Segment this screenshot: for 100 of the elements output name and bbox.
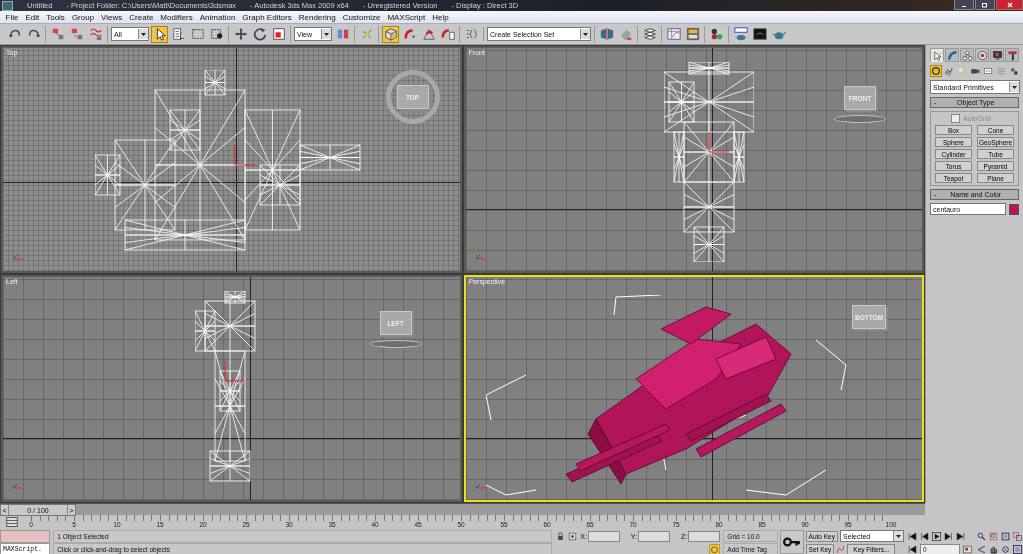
caret-icon: [141, 32, 146, 36]
key-mode-button[interactable]: [907, 544, 918, 554]
close-icon: [1005, 0, 1014, 9]
select-list-icon: [171, 27, 186, 41]
create-icon: [931, 49, 943, 61]
rotate-button[interactable]: [251, 25, 268, 43]
zoom-extents-all-button[interactable]: [1012, 531, 1023, 541]
x-field[interactable]: [587, 530, 620, 542]
play-button[interactable]: [931, 531, 942, 541]
zoom-extents-icon: [1001, 531, 1010, 541]
menu-item[interactable]: Graph Editors: [238, 12, 296, 22]
align-icon: [618, 27, 633, 41]
zoom-all-icon: [989, 531, 998, 541]
hierarchy-icon: [961, 49, 973, 61]
bent-tube-icon: [946, 49, 958, 61]
compass-ring[interactable]: [369, 340, 422, 348]
render-setup-button[interactable]: [732, 25, 749, 43]
next-frame-icon: [944, 531, 953, 541]
z-field[interactable]: [688, 530, 721, 542]
menu-item[interactable]: Views: [97, 12, 126, 22]
mirror-button[interactable]: [598, 25, 615, 43]
menu-item[interactable]: Modifiers: [156, 12, 197, 22]
orbit-button[interactable]: [1000, 544, 1011, 554]
menu-item[interactable]: Group: [68, 12, 98, 22]
axis-tripod-icon: [473, 476, 488, 490]
bind-icon: [88, 27, 103, 41]
mirror-icon: [599, 27, 614, 41]
motion-icon: [976, 49, 988, 61]
menu-item[interactable]: Rendering: [295, 12, 340, 22]
curve-editor-icon: [666, 27, 681, 41]
angle-snap-icon: [402, 27, 417, 41]
previous-frame-button[interactable]: [919, 531, 930, 541]
snap-icon: [383, 27, 398, 41]
field-of-view-button[interactable]: [976, 544, 987, 554]
go-to-start-button[interactable]: [907, 531, 918, 541]
restore-button[interactable]: [975, 0, 995, 10]
axis-tripod-icon: [473, 247, 488, 261]
panel-tab[interactable]: [1005, 48, 1019, 62]
menu-item[interactable]: File: [2, 12, 22, 22]
category-button[interactable]: [943, 65, 955, 77]
spacewarp-icon: [996, 66, 1006, 76]
pan-button[interactable]: [988, 544, 999, 554]
panel-tab[interactable]: [930, 48, 944, 62]
color-swatch[interactable]: [1009, 203, 1019, 215]
menu-item[interactable]: MAXScript: [383, 12, 429, 22]
render-setup-icon: [733, 27, 748, 41]
panel-tab[interactable]: [960, 48, 974, 62]
next-frame-button[interactable]: [943, 531, 954, 541]
shapes-icon: [944, 66, 954, 76]
maximize-viewport-icon: [1013, 544, 1022, 554]
time-configuration-button[interactable]: [962, 544, 973, 554]
zoom-all-button[interactable]: [988, 531, 999, 541]
named-sets-icon: [464, 27, 479, 41]
move-icon: [233, 27, 248, 41]
curve-editor-button[interactable]: [5, 516, 19, 528]
rectangle-select-icon: [190, 27, 205, 41]
go-to-start-icon: [908, 531, 917, 541]
schematic-button[interactable]: [684, 25, 701, 43]
panel-tab[interactable]: [990, 48, 1004, 62]
zoom-extents-button[interactable]: [1000, 531, 1011, 541]
cube-icon: [709, 543, 721, 554]
menu-item[interactable]: Help: [428, 12, 453, 22]
go-to-end-button[interactable]: [955, 531, 966, 541]
menu-item[interactable]: Animation: [196, 12, 239, 22]
compass-ring[interactable]: [834, 115, 886, 123]
maximize-viewport-button[interactable]: [1012, 544, 1023, 554]
scale-button[interactable]: [270, 25, 287, 43]
monitor-icon: [991, 49, 1003, 61]
menu-item[interactable]: Tools: [42, 12, 69, 22]
caret-icon: [1012, 85, 1017, 89]
helper-icon: [983, 66, 993, 76]
curve-editor-button[interactable]: [665, 25, 682, 43]
snap-button[interactable]: [382, 25, 399, 43]
y-field[interactable]: [638, 530, 671, 542]
time-configuration-icon: [963, 544, 972, 554]
menu-item[interactable]: Edit: [21, 12, 43, 22]
menu-item[interactable]: Create: [125, 12, 157, 22]
spheres-icon: [709, 27, 724, 41]
key-tangent-icon: [836, 544, 846, 554]
select-list-button[interactable]: [170, 25, 187, 43]
zoom-button[interactable]: [976, 531, 987, 541]
absolute-mode-icon: [568, 531, 578, 541]
field-of-view-icon: [977, 544, 986, 554]
cursor-button[interactable]: [151, 25, 168, 43]
unlink-icon: [69, 27, 84, 41]
set-keys-button[interactable]: [780, 530, 804, 554]
close-button[interactable]: [996, 0, 1023, 10]
restore-icon: [981, 0, 989, 9]
frame-window-button[interactable]: [751, 25, 768, 43]
hammer-icon: [1006, 49, 1018, 61]
pivot-icon: [335, 27, 350, 41]
percent-snap-icon: [421, 27, 436, 41]
panel-tab[interactable]: [975, 48, 989, 62]
category-button[interactable]: [930, 65, 942, 77]
schematic-icon: [685, 27, 700, 41]
menu-item[interactable]: Customize: [339, 12, 384, 22]
layers-button[interactable]: [641, 25, 658, 43]
category-button[interactable]: [982, 65, 994, 77]
caret-icon: [324, 32, 329, 36]
light-icon: [957, 66, 967, 76]
